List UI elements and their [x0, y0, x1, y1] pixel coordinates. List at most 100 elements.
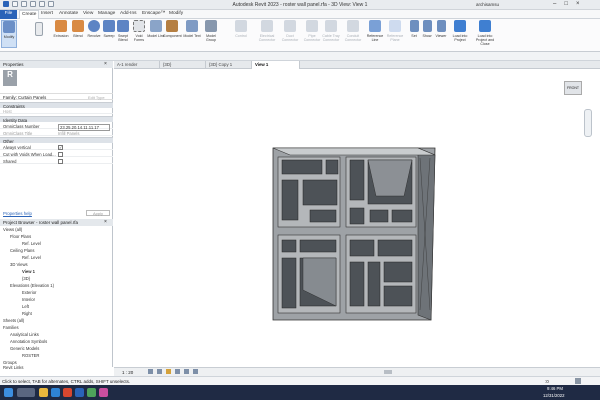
model-text-button[interactable]: Model Text: [183, 20, 201, 48]
file-explorer-icon[interactable]: [39, 388, 48, 397]
tree-ceiling-plans[interactable]: Ceiling Plans: [10, 248, 34, 253]
chrome-icon[interactable]: [63, 388, 72, 397]
tree-left[interactable]: Left: [22, 304, 29, 309]
tab-view-a1-render[interactable]: A-1 render: [114, 61, 160, 69]
sun-path-icon[interactable]: [166, 369, 171, 374]
set-icon: [409, 20, 419, 32]
app-icon[interactable]: [99, 388, 108, 397]
tab-insert[interactable]: Insert: [39, 11, 55, 16]
tree-views-all[interactable]: Views (all): [3, 227, 22, 232]
navigation-bar[interactable]: [584, 109, 592, 137]
temporary-hide-icon[interactable]: [193, 369, 198, 374]
model-group-button[interactable]: Model Group: [201, 20, 221, 48]
load-and-close-icon: [479, 20, 491, 32]
user-name[interactable]: archisamsu: [476, 2, 499, 7]
tab-manage[interactable]: Manage: [96, 11, 117, 16]
show-button[interactable]: Show: [421, 20, 433, 48]
visual-style-icon[interactable]: [157, 369, 162, 374]
app-icon[interactable]: [87, 388, 96, 397]
viewer-button[interactable]: Viewer: [434, 20, 448, 48]
tree-floor-plans[interactable]: Floor Plans: [10, 234, 31, 239]
3d-viewport[interactable]: FRONT: [114, 69, 600, 367]
section-other[interactable]: Other: [0, 137, 113, 144]
start-icon[interactable]: [4, 388, 13, 397]
tree-ceiling-ref-level[interactable]: Ref. Level: [22, 255, 41, 260]
crop-view-icon[interactable]: [184, 369, 189, 374]
tree-exterior[interactable]: Exterior: [22, 290, 36, 295]
tab-view[interactable]: View: [81, 11, 95, 16]
tree-floor-ref-level[interactable]: Ref. Level: [22, 241, 41, 246]
pipe-connector-button[interactable]: Pipe Connector: [302, 20, 322, 48]
load-into-project-icon: [454, 20, 466, 32]
tab-view-1[interactable]: View 1: [252, 61, 300, 69]
tab-view-3d[interactable]: {3D}: [160, 61, 206, 69]
section-identity-data[interactable]: Identity Data: [0, 116, 113, 123]
view-scale[interactable]: 1 : 20: [122, 370, 133, 375]
search-icon[interactable]: [17, 388, 35, 397]
electrical-connector-button[interactable]: Electrical Connector: [256, 20, 278, 48]
edit-type-button[interactable]: Edit Type: [88, 95, 105, 100]
tree-elevations[interactable]: Elevations (Elevation 1): [10, 283, 54, 288]
view-cube[interactable]: FRONT: [564, 81, 582, 95]
edge-icon[interactable]: [51, 388, 60, 397]
apply-button[interactable]: Apply: [86, 210, 110, 216]
tree-3d[interactable]: {3D}: [22, 276, 30, 281]
shared-checkbox[interactable]: [58, 158, 63, 164]
component-button[interactable]: Component: [163, 20, 182, 48]
cut-with-voids-checkbox[interactable]: [58, 151, 63, 157]
tree-generic-models[interactable]: Generic Models: [10, 346, 39, 351]
clock-date: 12/31/2022: [543, 392, 565, 398]
detail-level-icon[interactable]: [148, 369, 153, 374]
tree-analytical-links[interactable]: Analytical Links: [10, 332, 39, 337]
always-vertical-checkbox[interactable]: ✓: [58, 144, 63, 150]
revit-taskbar-icon[interactable]: [75, 388, 84, 397]
tree-revit-links[interactable]: Revit Links: [3, 365, 23, 370]
tree-view-1[interactable]: View 1: [22, 269, 35, 274]
tree-sheets[interactable]: Sheets (all): [3, 318, 24, 323]
properties-title: Properties: [0, 61, 113, 68]
tab-enscape[interactable]: Enscape™: [140, 11, 167, 16]
horizontal-scrollbar[interactable]: [384, 370, 392, 374]
reference-line-icon: [369, 20, 381, 32]
cable-tray-connector-button[interactable]: Cable Tray Connector: [320, 20, 342, 48]
shadows-icon[interactable]: [175, 369, 180, 374]
close-icon[interactable]: ×: [576, 1, 580, 7]
tab-add-ins[interactable]: Add-Ins: [118, 11, 139, 16]
tab-file[interactable]: File: [0, 10, 17, 19]
property-cut-with-voids: Cut with Voids When Load...: [0, 151, 113, 157]
void-forms-button[interactable]: Void Forms: [130, 20, 148, 48]
close-icon[interactable]: ×: [104, 219, 107, 225]
load-into-project-button[interactable]: Load into Project: [450, 20, 470, 48]
tree-right[interactable]: Right: [22, 311, 32, 316]
tab-create[interactable]: Create: [19, 10, 40, 19]
tab-modify[interactable]: Modify: [167, 11, 185, 16]
modify-button[interactable]: Modify: [1, 20, 17, 48]
conduit-connector-button[interactable]: Conduit Connector: [343, 20, 363, 48]
control-button[interactable]: Control: [232, 20, 250, 48]
duct-connector-icon: [284, 20, 296, 32]
property-shared: Shared: [0, 158, 113, 164]
family-selector[interactable]: Family: Curtain Panels: [3, 95, 46, 100]
model-line-icon: [150, 20, 162, 32]
extrusion-button[interactable]: Extrusion: [52, 20, 70, 48]
reference-line-button[interactable]: Reference Line: [365, 20, 385, 48]
minimize-icon[interactable]: –: [553, 1, 556, 7]
filter-icon[interactable]: [575, 378, 581, 384]
tree-roster[interactable]: ROSTER: [22, 353, 39, 358]
properties-button[interactable]: [34, 22, 44, 50]
tree-interior[interactable]: Interior: [22, 297, 35, 302]
close-icon[interactable]: ×: [104, 61, 107, 67]
maximize-icon[interactable]: □: [564, 1, 568, 7]
duct-connector-button[interactable]: Duct Connector: [280, 20, 300, 48]
tab-annotate[interactable]: Annotate: [57, 11, 80, 16]
load-into-project-and-close-button[interactable]: Load into Project and Close: [472, 20, 498, 48]
set-button[interactable]: Set: [408, 20, 420, 48]
property-omniclass-number[interactable]: OmniClass Number 23.25.20.14.11.11.17: [0, 123, 113, 131]
tree-families[interactable]: Families: [3, 325, 19, 330]
view-tabs: A-1 render {3D} {3D} Copy 1 View 1: [114, 61, 600, 69]
reference-plane-button[interactable]: Reference Plane: [385, 20, 405, 48]
tree-annotation-symbols[interactable]: Annotation Symbols: [10, 339, 47, 344]
properties-help-link[interactable]: Properties help: [3, 211, 32, 216]
tree-3d-views[interactable]: 3D Views: [10, 262, 28, 267]
tab-view-3d-copy[interactable]: {3D} Copy 1: [206, 61, 252, 69]
